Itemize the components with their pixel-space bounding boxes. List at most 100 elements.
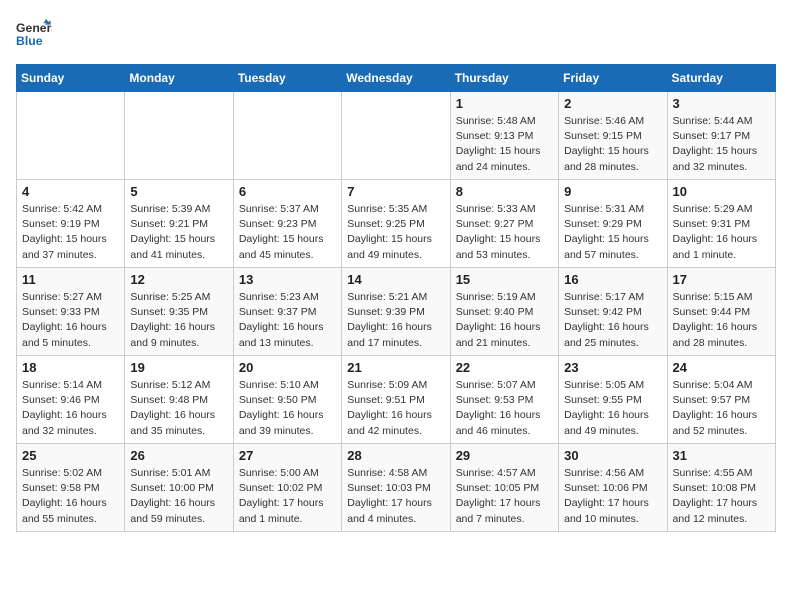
day-number: 24 — [673, 360, 770, 375]
day-number: 9 — [564, 184, 661, 199]
day-number: 22 — [456, 360, 553, 375]
day-info: Sunrise: 5:04 AM Sunset: 9:57 PM Dayligh… — [673, 378, 770, 439]
day-info: Sunrise: 5:12 AM Sunset: 9:48 PM Dayligh… — [130, 378, 227, 439]
day-number: 28 — [347, 448, 444, 463]
day-info: Sunrise: 5:19 AM Sunset: 9:40 PM Dayligh… — [456, 290, 553, 351]
day-number: 27 — [239, 448, 336, 463]
day-cell: 8 Sunrise: 5:33 AM Sunset: 9:27 PM Daylig… — [450, 180, 558, 268]
day-number: 1 — [456, 96, 553, 111]
day-info: Sunrise: 5:31 AM Sunset: 9:29 PM Dayligh… — [564, 202, 661, 263]
day-number: 31 — [673, 448, 770, 463]
day-cell: 26 Sunrise: 5:01 AM Sunset: 10:00 PM Dayl… — [125, 444, 233, 532]
day-cell: 1 Sunrise: 5:48 AM Sunset: 9:13 PM Daylig… — [450, 92, 558, 180]
day-number: 21 — [347, 360, 444, 375]
day-cell — [342, 92, 450, 180]
day-cell: 3 Sunrise: 5:44 AM Sunset: 9:17 PM Daylig… — [667, 92, 775, 180]
day-number: 20 — [239, 360, 336, 375]
day-number: 18 — [22, 360, 119, 375]
day-info: Sunrise: 5:42 AM Sunset: 9:19 PM Dayligh… — [22, 202, 119, 263]
logo-icon: GeneralBlue — [16, 16, 52, 52]
day-info: Sunrise: 5:05 AM Sunset: 9:55 PM Dayligh… — [564, 378, 661, 439]
weekday-header-sunday: Sunday — [17, 65, 125, 92]
day-number: 19 — [130, 360, 227, 375]
day-cell: 18 Sunrise: 5:14 AM Sunset: 9:46 PM Dayli… — [17, 356, 125, 444]
day-cell: 7 Sunrise: 5:35 AM Sunset: 9:25 PM Daylig… — [342, 180, 450, 268]
day-cell: 16 Sunrise: 5:17 AM Sunset: 9:42 PM Dayli… — [559, 268, 667, 356]
logo: GeneralBlue — [16, 16, 52, 52]
day-info: Sunrise: 5:46 AM Sunset: 9:15 PM Dayligh… — [564, 114, 661, 175]
day-number: 5 — [130, 184, 227, 199]
weekday-header-saturday: Saturday — [667, 65, 775, 92]
day-info: Sunrise: 5:33 AM Sunset: 9:27 PM Dayligh… — [456, 202, 553, 263]
day-cell: 31 Sunrise: 4:55 AM Sunset: 10:08 PM Dayl… — [667, 444, 775, 532]
weekday-header-monday: Monday — [125, 65, 233, 92]
day-number: 26 — [130, 448, 227, 463]
day-number: 14 — [347, 272, 444, 287]
week-row-4: 25Sunrise: 5:02 AM Sunset: 9:58 PM Dayli… — [17, 444, 776, 532]
day-cell: 22 Sunrise: 5:07 AM Sunset: 9:53 PM Dayli… — [450, 356, 558, 444]
day-cell: 23 Sunrise: 5:05 AM Sunset: 9:55 PM Dayli… — [559, 356, 667, 444]
day-info: Sunrise: 5:25 AM Sunset: 9:35 PM Dayligh… — [130, 290, 227, 351]
day-cell: 12Sunrise: 5:25 AM Sunset: 9:35 PM Dayli… — [125, 268, 233, 356]
day-cell: 25Sunrise: 5:02 AM Sunset: 9:58 PM Dayli… — [17, 444, 125, 532]
page-header: GeneralBlue — [16, 16, 776, 52]
day-cell: 17 Sunrise: 5:15 AM Sunset: 9:44 PM Dayli… — [667, 268, 775, 356]
day-info: Sunrise: 5:17 AM Sunset: 9:42 PM Dayligh… — [564, 290, 661, 351]
day-number: 10 — [673, 184, 770, 199]
day-info: Sunrise: 5:02 AM Sunset: 9:58 PM Dayligh… — [22, 466, 119, 527]
day-info: Sunrise: 5:14 AM Sunset: 9:46 PM Dayligh… — [22, 378, 119, 439]
day-cell: 6 Sunrise: 5:37 AM Sunset: 9:23 PM Daylig… — [233, 180, 341, 268]
day-cell: 20Sunrise: 5:10 AM Sunset: 9:50 PM Dayli… — [233, 356, 341, 444]
day-cell: 28Sunrise: 4:58 AM Sunset: 10:03 PM Dayl… — [342, 444, 450, 532]
day-info: Sunrise: 5:48 AM Sunset: 9:13 PM Dayligh… — [456, 114, 553, 175]
day-number: 11 — [22, 272, 119, 287]
day-info: Sunrise: 5:23 AM Sunset: 9:37 PM Dayligh… — [239, 290, 336, 351]
day-number: 4 — [22, 184, 119, 199]
day-info: Sunrise: 5:00 AM Sunset: 10:02 PM Daylig… — [239, 466, 336, 527]
day-info: Sunrise: 4:56 AM Sunset: 10:06 PM Daylig… — [564, 466, 661, 527]
day-cell: 2 Sunrise: 5:46 AM Sunset: 9:15 PM Daylig… — [559, 92, 667, 180]
day-number: 13 — [239, 272, 336, 287]
day-cell: 13 Sunrise: 5:23 AM Sunset: 9:37 PM Dayli… — [233, 268, 341, 356]
day-cell: 9 Sunrise: 5:31 AM Sunset: 9:29 PM Daylig… — [559, 180, 667, 268]
day-info: Sunrise: 5:35 AM Sunset: 9:25 PM Dayligh… — [347, 202, 444, 263]
day-cell: 5Sunrise: 5:39 AM Sunset: 9:21 PM Daylig… — [125, 180, 233, 268]
day-cell: 27 Sunrise: 5:00 AM Sunset: 10:02 PM Dayl… — [233, 444, 341, 532]
day-number: 6 — [239, 184, 336, 199]
day-number: 23 — [564, 360, 661, 375]
day-number: 17 — [673, 272, 770, 287]
day-cell: 29 Sunrise: 4:57 AM Sunset: 10:05 PM Dayl… — [450, 444, 558, 532]
day-info: Sunrise: 5:01 AM Sunset: 10:00 PM Daylig… — [130, 466, 227, 527]
day-number: 16 — [564, 272, 661, 287]
day-info: Sunrise: 5:09 AM Sunset: 9:51 PM Dayligh… — [347, 378, 444, 439]
day-info: Sunrise: 5:07 AM Sunset: 9:53 PM Dayligh… — [456, 378, 553, 439]
weekday-header-friday: Friday — [559, 65, 667, 92]
day-info: Sunrise: 4:57 AM Sunset: 10:05 PM Daylig… — [456, 466, 553, 527]
day-number: 3 — [673, 96, 770, 111]
day-info: Sunrise: 5:44 AM Sunset: 9:17 PM Dayligh… — [673, 114, 770, 175]
day-number: 30 — [564, 448, 661, 463]
day-info: Sunrise: 5:21 AM Sunset: 9:39 PM Dayligh… — [347, 290, 444, 351]
day-info: Sunrise: 5:37 AM Sunset: 9:23 PM Dayligh… — [239, 202, 336, 263]
weekday-header-wednesday: Wednesday — [342, 65, 450, 92]
day-number: 29 — [456, 448, 553, 463]
day-number: 7 — [347, 184, 444, 199]
day-info: Sunrise: 5:27 AM Sunset: 9:33 PM Dayligh… — [22, 290, 119, 351]
day-cell: 30 Sunrise: 4:56 AM Sunset: 10:06 PM Dayl… — [559, 444, 667, 532]
weekday-header-tuesday: Tuesday — [233, 65, 341, 92]
day-cell: 4 Sunrise: 5:42 AM Sunset: 9:19 PM Daylig… — [17, 180, 125, 268]
day-number: 2 — [564, 96, 661, 111]
day-cell: 10 Sunrise: 5:29 AM Sunset: 9:31 PM Dayli… — [667, 180, 775, 268]
weekday-header-thursday: Thursday — [450, 65, 558, 92]
day-info: Sunrise: 5:29 AM Sunset: 9:31 PM Dayligh… — [673, 202, 770, 263]
day-info: Sunrise: 5:15 AM Sunset: 9:44 PM Dayligh… — [673, 290, 770, 351]
svg-text:Blue: Blue — [16, 34, 43, 48]
day-number: 8 — [456, 184, 553, 199]
week-row-3: 18 Sunrise: 5:14 AM Sunset: 9:46 PM Dayli… — [17, 356, 776, 444]
day-info: Sunrise: 4:55 AM Sunset: 10:08 PM Daylig… — [673, 466, 770, 527]
day-cell — [125, 92, 233, 180]
day-cell: 24 Sunrise: 5:04 AM Sunset: 9:57 PM Dayli… — [667, 356, 775, 444]
day-number: 15 — [456, 272, 553, 287]
day-cell — [17, 92, 125, 180]
day-cell: 14 Sunrise: 5:21 AM Sunset: 9:39 PM Dayli… — [342, 268, 450, 356]
